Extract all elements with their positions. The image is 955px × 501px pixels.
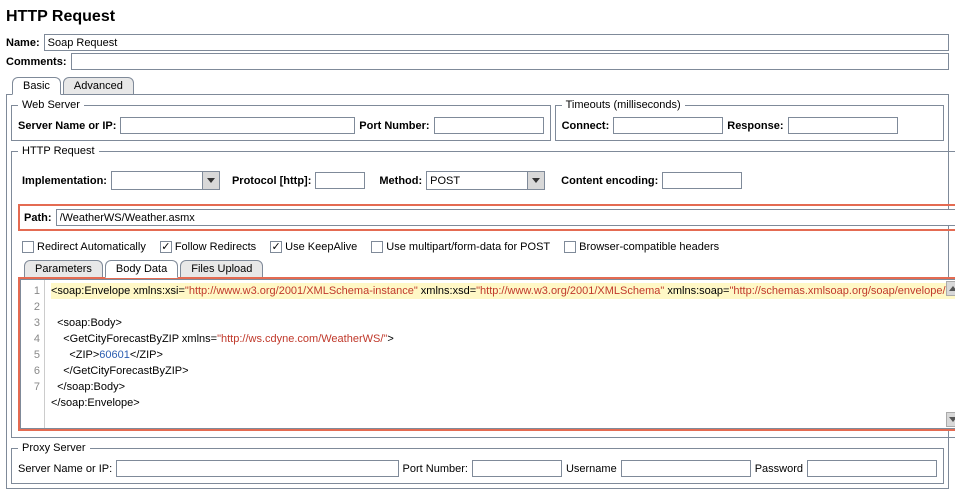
checkbox-checked-icon bbox=[270, 241, 282, 253]
name-label: Name: bbox=[6, 37, 40, 49]
tab-basic[interactable]: Basic bbox=[12, 77, 61, 95]
response-timeout-label: Response: bbox=[727, 120, 783, 132]
timeouts-group: Timeouts (milliseconds) Connect: Respons… bbox=[555, 99, 944, 141]
implementation-field[interactable] bbox=[112, 172, 202, 189]
comments-label: Comments: bbox=[6, 56, 67, 68]
proxy-user-label: Username bbox=[566, 463, 617, 475]
tab-files-upload[interactable]: Files Upload bbox=[180, 260, 263, 278]
protocol-label: Protocol [http]: bbox=[232, 175, 311, 187]
comments-field[interactable] bbox=[71, 53, 949, 70]
http-request-group: HTTP Request Implementation: Protocol [h… bbox=[11, 145, 955, 438]
path-label: Path: bbox=[24, 212, 52, 224]
keepalive-check[interactable]: Use KeepAlive bbox=[270, 241, 357, 253]
proxy-server-label: Server Name or IP: bbox=[18, 463, 112, 475]
port-number-field[interactable] bbox=[434, 117, 544, 134]
content-encoding-label: Content encoding: bbox=[561, 175, 658, 187]
server-name-field[interactable] bbox=[120, 117, 355, 134]
method-combo[interactable] bbox=[426, 171, 545, 190]
proxy-pass-field[interactable] bbox=[807, 460, 937, 477]
protocol-field[interactable] bbox=[315, 172, 365, 189]
content-encoding-field[interactable] bbox=[662, 172, 742, 189]
proxy-pass-label: Password bbox=[755, 463, 803, 475]
implementation-combo[interactable] bbox=[111, 171, 220, 190]
http-request-legend: HTTP Request bbox=[18, 145, 99, 157]
path-row: Path: bbox=[18, 204, 955, 231]
proxy-server-group: Proxy Server Server Name or IP: Port Num… bbox=[11, 442, 944, 484]
web-server-legend: Web Server bbox=[18, 99, 84, 111]
tab-parameters[interactable]: Parameters bbox=[24, 260, 103, 278]
proxy-user-field[interactable] bbox=[621, 460, 751, 477]
chevron-down-icon[interactable] bbox=[202, 172, 219, 189]
body-data-editor[interactable]: 1234567 <soap:Envelope xmlns:xsi="http:/… bbox=[20, 279, 955, 429]
proxy-server-field[interactable] bbox=[116, 460, 398, 477]
connect-timeout-label: Connect: bbox=[562, 120, 610, 132]
redirect-auto-check[interactable]: Redirect Automatically bbox=[22, 241, 146, 253]
timeouts-legend: Timeouts (milliseconds) bbox=[562, 99, 685, 111]
scroll-down-icon[interactable] bbox=[946, 412, 955, 427]
chevron-down-icon[interactable] bbox=[527, 172, 544, 189]
server-name-label: Server Name or IP: bbox=[18, 120, 116, 132]
follow-redirects-check[interactable]: Follow Redirects bbox=[160, 241, 256, 253]
proxy-port-label: Port Number: bbox=[403, 463, 468, 475]
browser-compat-check[interactable]: Browser-compatible headers bbox=[564, 241, 719, 253]
checkbox-icon bbox=[371, 241, 383, 253]
tab-body-data[interactable]: Body Data bbox=[105, 260, 178, 278]
proxy-server-legend: Proxy Server bbox=[18, 442, 90, 454]
connect-timeout-field[interactable] bbox=[613, 117, 723, 134]
response-timeout-field[interactable] bbox=[788, 117, 898, 134]
method-label: Method: bbox=[379, 175, 422, 187]
path-field[interactable] bbox=[56, 209, 955, 226]
checkbox-icon bbox=[22, 241, 34, 253]
checkbox-icon bbox=[564, 241, 576, 253]
scroll-up-icon[interactable] bbox=[946, 281, 955, 296]
name-field[interactable] bbox=[44, 34, 949, 51]
body-data-panel: 1234567 <soap:Envelope xmlns:xsi="http:/… bbox=[18, 277, 955, 431]
proxy-port-field[interactable] bbox=[472, 460, 562, 477]
checkbox-checked-icon bbox=[160, 241, 172, 253]
page-title: HTTP Request bbox=[6, 8, 949, 26]
implementation-label: Implementation: bbox=[22, 175, 107, 187]
method-field[interactable] bbox=[427, 172, 527, 189]
web-server-group: Web Server Server Name or IP: Port Numbe… bbox=[11, 99, 551, 141]
multipart-check[interactable]: Use multipart/form-data for POST bbox=[371, 241, 550, 253]
port-number-label: Port Number: bbox=[359, 120, 429, 132]
tab-advanced[interactable]: Advanced bbox=[63, 77, 134, 95]
